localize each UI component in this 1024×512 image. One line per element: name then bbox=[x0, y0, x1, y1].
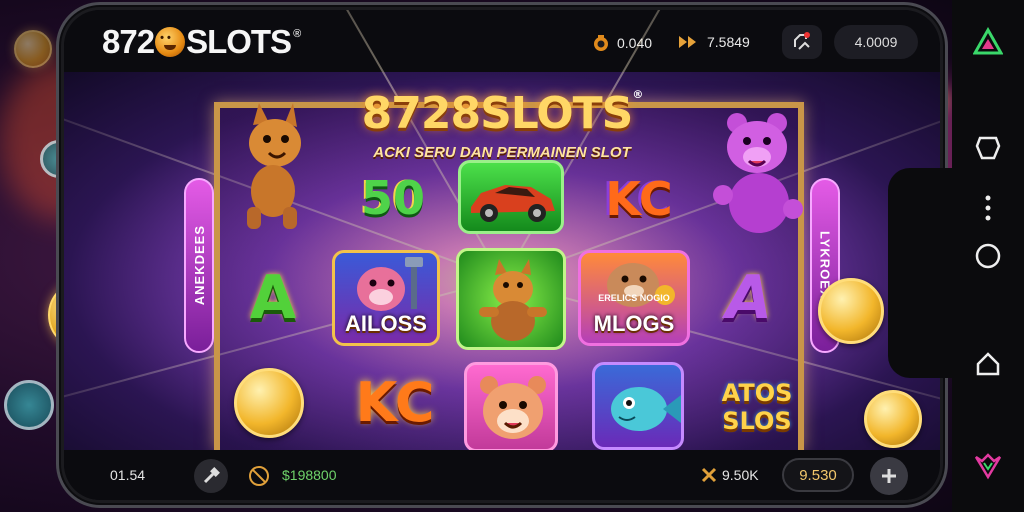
fast-forward-icon bbox=[679, 36, 696, 48]
timer-value: 01.54 bbox=[110, 467, 146, 483]
more-vertical-icon bbox=[985, 195, 991, 221]
car-tile bbox=[458, 160, 564, 234]
left-banner-text: ANEKDEES bbox=[191, 225, 207, 306]
multiplier-icon bbox=[701, 467, 717, 483]
game-title-registered: ® bbox=[632, 88, 643, 101]
fish-icon bbox=[611, 387, 681, 431]
more-options-button[interactable] bbox=[970, 190, 1006, 226]
house-icon bbox=[976, 352, 1000, 376]
home-button[interactable] bbox=[970, 238, 1006, 274]
circle-home-icon bbox=[975, 243, 1001, 269]
mlogs-tile: ERELICS NOGIO MLOGS bbox=[578, 250, 690, 346]
purple-bear-icon bbox=[713, 113, 803, 233]
house-button[interactable] bbox=[970, 346, 1006, 382]
gold-coin bbox=[864, 390, 922, 448]
ailoss-tile: AILOSS bbox=[332, 250, 440, 346]
balance-value: 4.0009 bbox=[854, 34, 898, 50]
triangle-logo-icon bbox=[973, 27, 1003, 55]
slot-game-area: 8728SLOTS® ACKI SERU DAN PERMAINEN SLOT … bbox=[64, 10, 940, 452]
left-side-banner: ANEKDEES bbox=[184, 178, 214, 353]
sports-car-icon bbox=[471, 185, 555, 222]
bell-alert-icon bbox=[794, 32, 810, 50]
puppy-icon bbox=[357, 257, 423, 311]
balance-pill[interactable]: 4.0009 bbox=[834, 25, 918, 59]
boost-value: 7.5849 bbox=[707, 34, 750, 50]
app-logo: 872 SLOTS ® bbox=[102, 23, 301, 60]
app-brand-button[interactable] bbox=[970, 24, 1006, 60]
logo-face-icon bbox=[155, 27, 186, 57]
logo-prefix: 872 bbox=[102, 23, 155, 60]
crown-heart-icon bbox=[974, 453, 1002, 480]
fifty-symbol: 50 bbox=[360, 171, 425, 225]
hammer-icon bbox=[203, 467, 220, 484]
ailoss-label: AILOSS bbox=[345, 311, 427, 336]
multiplier-icon-wrap bbox=[700, 466, 718, 489]
atos-top-label: ATOS bbox=[721, 379, 793, 407]
logo-registered-mark: ® bbox=[293, 28, 301, 40]
no-auto-icon bbox=[249, 466, 269, 486]
atos-slots-symbol: ATOS SLOS bbox=[702, 368, 812, 446]
boost-stat[interactable]: 7.5849 bbox=[678, 34, 750, 50]
assistant-button[interactable] bbox=[970, 130, 1006, 166]
background-coin bbox=[14, 30, 52, 68]
bear-symbol bbox=[708, 108, 806, 238]
game-subtitle: ACKI SERU DAN PERMAINEN SLOT bbox=[373, 144, 631, 161]
hamster-tile bbox=[464, 362, 558, 452]
hamster-icon bbox=[607, 263, 675, 307]
gold-coin bbox=[234, 368, 304, 438]
fox-tile bbox=[456, 248, 566, 350]
top-bar: 872 SLOTS ® 0.040 7.5849 4.0009 bbox=[64, 10, 940, 72]
system-nav-rail bbox=[952, 0, 1024, 512]
background-chip bbox=[4, 380, 54, 430]
hamster-face-icon bbox=[480, 376, 546, 439]
device-side-notch bbox=[888, 168, 952, 378]
chat-bubble-icon bbox=[975, 136, 1001, 160]
cat-icon bbox=[247, 103, 301, 229]
fox-icon bbox=[479, 259, 547, 341]
hammer-button[interactable] bbox=[194, 459, 228, 493]
bottom-bar: 01.54 $198800 9.50K 9.530 bbox=[64, 450, 940, 500]
coin-bag-icon bbox=[594, 35, 608, 51]
game-title-text: 8728SLOTS bbox=[361, 88, 634, 139]
letter-a-symbol: A bbox=[249, 263, 297, 333]
fish-tile bbox=[592, 362, 684, 450]
notification-button[interactable] bbox=[782, 25, 822, 59]
plus-icon bbox=[882, 469, 896, 483]
win-value: $198800 bbox=[282, 467, 337, 483]
bet-amount-pill[interactable]: 9.530 bbox=[782, 458, 854, 492]
kc-bottom-symbol: KC bbox=[355, 370, 435, 434]
bet-value: 9.530 bbox=[799, 466, 837, 484]
mlogs-label: MLOGS bbox=[593, 311, 675, 336]
logo-suffix: SLOTS bbox=[186, 23, 292, 60]
game-title: 8728SLOTS® bbox=[64, 88, 940, 139]
promo-button[interactable] bbox=[970, 448, 1006, 484]
game-screen: 872 SLOTS ® 0.040 7.5849 4.0009 bbox=[64, 10, 940, 500]
gold-coin bbox=[818, 278, 884, 344]
multiplier-value: 9.50K bbox=[722, 467, 759, 483]
mlogs-small-label: ERELICS NOGIO bbox=[598, 293, 670, 303]
cat-symbol bbox=[232, 102, 314, 232]
letter-a2-symbol: A bbox=[725, 263, 773, 333]
kc-top-symbol: KC bbox=[605, 172, 673, 226]
increase-bet-button[interactable] bbox=[870, 457, 908, 495]
atos-bottom-label: SLOS bbox=[722, 407, 792, 435]
autospin-toggle[interactable] bbox=[248, 465, 270, 492]
